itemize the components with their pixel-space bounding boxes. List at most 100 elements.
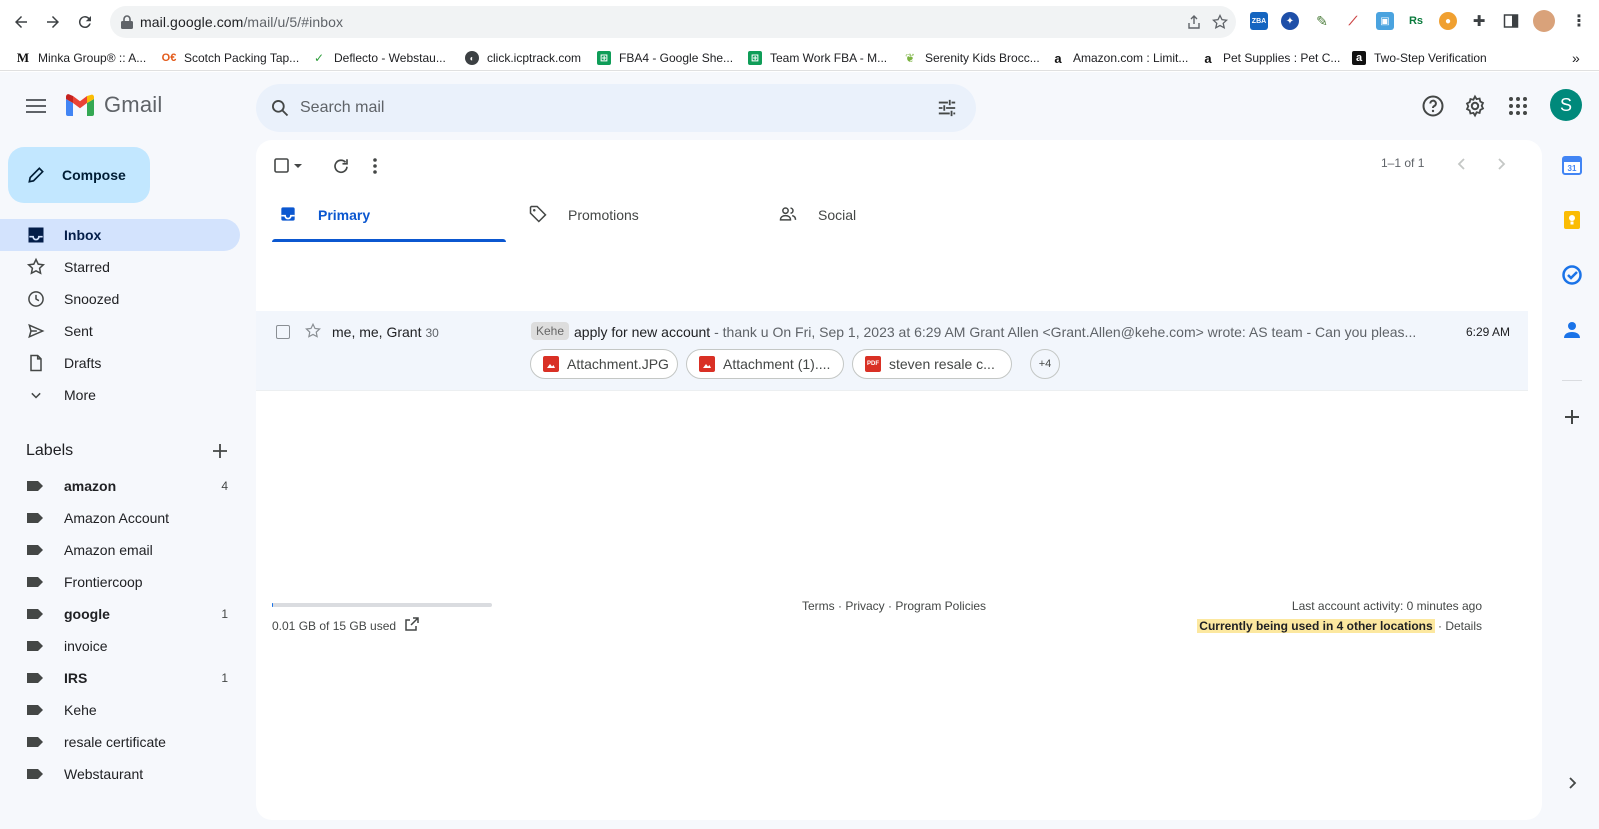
more-actions-button[interactable] bbox=[372, 156, 378, 176]
refresh-button[interactable] bbox=[332, 156, 350, 176]
external-link-icon[interactable] bbox=[404, 616, 420, 632]
labels-heading: Labels bbox=[26, 442, 74, 459]
email-checkbox[interactable] bbox=[276, 325, 290, 339]
extension-chart-icon[interactable]: ⟋ bbox=[1344, 12, 1362, 30]
back-button[interactable] bbox=[10, 11, 32, 33]
label-item[interactable]: invoice bbox=[0, 630, 240, 662]
amazon-icon: a bbox=[1204, 50, 1212, 66]
browser-menu-icon[interactable]: ⋮ bbox=[1570, 12, 1588, 30]
reload-icon bbox=[78, 16, 91, 29]
label-chip[interactable]: Kehe bbox=[531, 322, 570, 340]
expand-side-panel-icon[interactable] bbox=[1561, 772, 1583, 794]
bookmark-item[interactable]: ⊞ Team Work FBA - M... bbox=[748, 49, 887, 67]
apps-grid-icon[interactable] bbox=[1506, 94, 1530, 118]
sheets-icon: ⊞ bbox=[748, 51, 762, 65]
bookmark-label: Two-Step Verification bbox=[1374, 51, 1487, 65]
label-item[interactable]: IRS 1 bbox=[0, 662, 240, 694]
forward-button[interactable] bbox=[42, 11, 64, 33]
select-all-checkbox[interactable] bbox=[274, 156, 308, 176]
bookmark-item[interactable]: ❦ Serenity Kids Brocc... bbox=[903, 49, 1040, 67]
chevron-right-icon[interactable] bbox=[1491, 154, 1511, 174]
label-item[interactable]: Amazon email bbox=[0, 534, 240, 566]
bookmark-item[interactable]: ◐ click.icptrack.com bbox=[465, 49, 581, 67]
nav-snoozed[interactable]: Snoozed bbox=[0, 283, 240, 315]
search-options-icon[interactable] bbox=[936, 98, 958, 118]
email-row[interactable]: me, me, Grant 30 Kehe apply for new accou… bbox=[256, 311, 1528, 391]
bookmark-star-icon[interactable] bbox=[1212, 14, 1228, 30]
footer-links[interactable]: Terms · Privacy · Program Policies bbox=[802, 599, 986, 613]
share-icon[interactable] bbox=[1186, 14, 1202, 30]
clock-icon bbox=[28, 291, 44, 307]
attachment-chip[interactable]: Attachment.JPG bbox=[530, 349, 678, 379]
label-item[interactable]: Frontiercoop bbox=[0, 566, 240, 598]
tab-primary[interactable]: Primary bbox=[264, 186, 514, 242]
extension-box-icon[interactable]: ▣ bbox=[1376, 12, 1394, 30]
extension-zba-icon[interactable]: ZBA bbox=[1250, 12, 1268, 30]
label-item[interactable]: resale certificate bbox=[0, 726, 240, 758]
add-addon-icon[interactable] bbox=[1561, 406, 1583, 428]
extension-pen-icon[interactable]: ✎ bbox=[1313, 12, 1331, 30]
label-item[interactable]: google 1 bbox=[0, 598, 240, 630]
bookmark-item[interactable]: ⊞ FBA4 - Google She... bbox=[597, 49, 733, 67]
tasks-icon[interactable] bbox=[1561, 264, 1583, 286]
profile-avatar[interactable] bbox=[1533, 10, 1555, 32]
label-item[interactable]: Webstaurant bbox=[0, 758, 240, 790]
bookmark-label: Minka Group® :: A... bbox=[38, 51, 147, 65]
bookmark-item[interactable]: M Minka Group® :: A... bbox=[16, 49, 146, 67]
main-menu-icon[interactable] bbox=[22, 94, 50, 118]
label-tag-icon bbox=[27, 673, 43, 683]
nav-starred[interactable]: Starred bbox=[0, 251, 240, 283]
deflecto-icon: ✓ bbox=[313, 51, 325, 65]
bookmark-item[interactable]: a Amazon.com : Limit... bbox=[1051, 49, 1188, 67]
extension-circle-icon[interactable]: ● bbox=[1439, 12, 1457, 30]
more-bookmarks-button[interactable]: » bbox=[1572, 49, 1580, 67]
contacts-icon[interactable] bbox=[1561, 319, 1583, 341]
nav-more[interactable]: More bbox=[0, 379, 240, 411]
label-item[interactable]: Kehe bbox=[0, 694, 240, 726]
details-link[interactable]: · Details bbox=[1435, 619, 1482, 633]
nav-inbox[interactable]: Inbox bbox=[0, 219, 240, 251]
attachment-chip[interactable]: Attachment (1).... bbox=[686, 349, 844, 379]
arrow-left-icon bbox=[15, 16, 27, 28]
more-attachments-chip[interactable]: +4 bbox=[1030, 349, 1060, 379]
account-avatar[interactable]: S bbox=[1550, 89, 1582, 121]
side-panel-icon[interactable] bbox=[1502, 12, 1520, 30]
tab-promotions[interactable]: Promotions bbox=[514, 186, 764, 242]
pagination-text: 1–1 of 1 bbox=[1381, 156, 1425, 170]
tab-social[interactable]: Social bbox=[764, 186, 1014, 242]
nav-drafts[interactable]: Drafts bbox=[0, 347, 240, 379]
settings-gear-icon[interactable] bbox=[1463, 94, 1487, 118]
extension-shield-icon[interactable]: ✦ bbox=[1281, 12, 1299, 30]
label-item[interactable]: amazon 4 bbox=[0, 470, 240, 502]
label-item[interactable]: Amazon Account bbox=[0, 502, 240, 534]
search-icon[interactable] bbox=[270, 98, 290, 118]
bookmark-item[interactable]: ✓ Deflecto - Webstau... bbox=[312, 49, 446, 67]
label-tag-icon bbox=[27, 545, 43, 555]
add-label-icon[interactable] bbox=[210, 441, 230, 461]
bookmark-item[interactable]: a Two-Step Verification bbox=[1352, 49, 1487, 67]
compose-button[interactable]: Compose bbox=[8, 147, 150, 203]
email-time: 6:29 AM bbox=[1465, 325, 1510, 339]
reload-button[interactable] bbox=[74, 11, 96, 33]
mail-list-panel: 1–1 of 1 Primary Promotions Social me, m… bbox=[256, 140, 1542, 820]
gmail-logo[interactable]: Gmail bbox=[64, 92, 162, 118]
bookmark-item[interactable]: O€ Scotch Packing Tap... bbox=[162, 49, 300, 67]
chevron-left-icon[interactable] bbox=[1452, 154, 1472, 174]
extensions-puzzle-icon[interactable]: ✚ bbox=[1470, 12, 1488, 30]
address-bar[interactable]: mail.google.com/mail/u/5/#inbox bbox=[110, 6, 1236, 38]
attachment-name: steven resale c... bbox=[889, 356, 995, 372]
search-input[interactable]: Search mail bbox=[300, 99, 384, 117]
keep-icon[interactable] bbox=[1561, 209, 1583, 231]
bookmark-item[interactable]: a Pet Supplies : Pet C... bbox=[1201, 49, 1340, 67]
gmail-wordmark: Gmail bbox=[104, 92, 163, 117]
globe-icon: ◐ bbox=[465, 51, 479, 65]
locations-warning: Currently being used in 4 other location… bbox=[1197, 619, 1435, 633]
attachment-chip[interactable]: PDF steven resale c... bbox=[852, 349, 1012, 379]
people-icon bbox=[779, 207, 797, 221]
star-icon[interactable] bbox=[304, 322, 322, 340]
extension-rs-icon[interactable]: Rs bbox=[1407, 12, 1425, 30]
calendar-icon[interactable]: 31 bbox=[1561, 154, 1583, 176]
nav-sent[interactable]: Sent bbox=[0, 315, 240, 347]
help-icon[interactable] bbox=[1421, 94, 1445, 118]
search-bar[interactable]: Search mail bbox=[256, 84, 976, 132]
